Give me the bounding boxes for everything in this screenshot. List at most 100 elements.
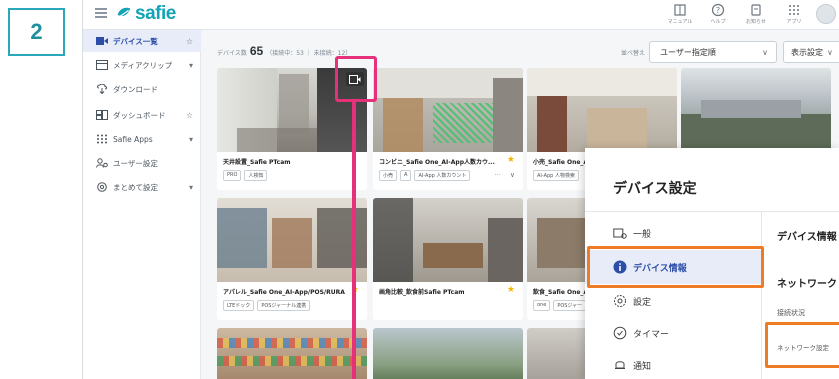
star-icon[interactable]: ★ (507, 155, 515, 165)
brand-logo[interactable]: safie (115, 3, 176, 25)
more-icon[interactable]: ··· (494, 171, 501, 179)
sidebar-item-device-list[interactable]: デバイス一覧 ☆ (83, 30, 201, 52)
chevron-down-icon[interactable]: ▾ (189, 135, 193, 144)
sidebar-item-label: ダウンロード (113, 84, 158, 94)
settings-gear-icon (614, 295, 626, 307)
top-icon-group: マニュアル ? ヘルプ お知らせ アプリ (664, 3, 839, 25)
device-thumbnail[interactable] (527, 68, 677, 152)
panel-title: デバイス設定 (613, 181, 697, 197)
device-tag: one (533, 300, 551, 311)
star-icon[interactable]: ☆ (186, 37, 193, 46)
media-clip-icon (96, 60, 108, 70)
apps-icon (97, 134, 107, 144)
notice-button[interactable]: お知らせ (740, 3, 772, 25)
network-heading: ネットワーク (777, 279, 837, 290)
device-count-label: デバイス数 (217, 50, 247, 57)
device-card[interactable]: アパレル_Safie One_AI-App/POS/RURA ★ LTEドック … (217, 198, 367, 320)
device-tags: one POSジャー (533, 300, 587, 311)
sidebar-item-download[interactable]: ダウンロード (83, 78, 201, 100)
sidebar-item-bulk-settings[interactable]: まとめて設定 ▾ (83, 176, 201, 198)
sort-label: 並べ替え (621, 50, 646, 57)
star-icon[interactable]: ☆ (186, 111, 193, 120)
chevron-down-icon: ∨ (762, 48, 768, 57)
device-tag: 人検知 (244, 170, 268, 181)
panel-nav-label: 通知 (633, 361, 652, 372)
menu-icon[interactable] (95, 8, 107, 18)
device-tags: PRO 人検知 (223, 170, 268, 181)
sidebar: デバイス一覧 ☆ メディアクリップ ▾ ダウンロード ダッシュボード ☆ Saf… (83, 30, 201, 379)
panel-nav-timer[interactable]: タイマー (585, 316, 761, 350)
panel-nav-label: 設定 (633, 297, 652, 308)
manual-button[interactable]: マニュアル (664, 3, 696, 25)
user-settings-icon (96, 158, 108, 168)
device-tag: POSジャーナル連携 (257, 300, 311, 311)
divider (761, 212, 762, 379)
apps-label: アプリ (786, 19, 802, 25)
sidebar-item-safie-apps[interactable]: Safie Apps ▾ (83, 128, 201, 150)
device-thumbnail[interactable] (681, 68, 831, 152)
step-number: 2 (30, 19, 43, 44)
apps-button[interactable]: アプリ (778, 3, 810, 25)
highlight-box (765, 322, 839, 368)
display-settings-label: 表示設定 (791, 47, 823, 57)
top-bar: safie マニュアル ? ヘルプ お知らせ アプリ (83, 0, 839, 30)
bulk-settings-icon (97, 182, 107, 192)
device-name: 天井設置_Safie PTcam (223, 159, 291, 166)
device-tag: 小売 (379, 170, 398, 181)
panel-nav-notifications[interactable]: 通知 (585, 348, 761, 379)
device-thumbnail[interactable] (373, 68, 523, 152)
panel-nav-general[interactable]: 一般 (585, 216, 761, 250)
panel-nav-label: タイマー (633, 329, 670, 340)
sidebar-item-label: ユーザー設定 (113, 158, 158, 168)
device-info-heading: デバイス情報 (777, 232, 837, 243)
sort-select[interactable]: ユーザー指定順 ∨ (649, 41, 777, 63)
help-button[interactable]: ? ヘルプ (702, 3, 734, 25)
display-settings-button[interactable]: 表示設定 ∨ (783, 41, 839, 63)
device-name: 画角比較_飲食前Safie PTcam (379, 289, 465, 296)
timer-icon (613, 326, 627, 340)
device-name: アパレル_Safie One_AI-App/POS/RURA (223, 289, 345, 296)
device-tags: 小売 A AI-App 人数カウント (379, 170, 471, 181)
device-card[interactable] (217, 328, 367, 379)
device-card[interactable] (373, 328, 523, 379)
device-name: 小売_Safie One_A (533, 159, 589, 166)
device-tag: A (400, 170, 412, 181)
step-badge: 2 (8, 8, 65, 56)
sort-value: ユーザー指定順 (660, 47, 716, 57)
highlight-box (587, 246, 764, 288)
device-thumbnail[interactable] (373, 328, 523, 379)
device-card[interactable]: コンビニ_Safie One_AI-App人数カウ... ★ 小売 A AI-A… (373, 68, 523, 190)
chevron-down-icon: ∨ (827, 47, 833, 57)
device-card[interactable]: 画角比較_飲食前Safie PTcam ★ (373, 198, 523, 320)
download-icon (97, 84, 107, 94)
sidebar-item-label: Safie Apps (113, 134, 153, 144)
device-tags: LTEドック POSジャーナル連携 (223, 300, 311, 311)
device-thumbnail[interactable] (217, 328, 367, 379)
avatar[interactable] (816, 4, 836, 24)
device-thumbnail[interactable] (217, 198, 367, 282)
bell-icon (615, 361, 625, 369)
sidebar-item-label: デバイス一覧 (113, 36, 158, 46)
manual-icon (674, 4, 686, 16)
sidebar-item-media-clip[interactable]: メディアクリップ ▾ (83, 54, 201, 76)
device-count: デバイス数 65 （接続中：53 ｜ 未接続：12） (217, 44, 351, 58)
chevron-down-icon[interactable]: ▾ (189, 183, 193, 192)
star-icon[interactable]: ★ (507, 285, 515, 295)
sidebar-item-label: まとめて設定 (113, 182, 158, 192)
brand-name: safie (135, 3, 176, 24)
device-tag: AI-App 人数カウント (414, 170, 471, 181)
help-icon: ? (711, 3, 725, 17)
help-label: ヘルプ (710, 19, 726, 25)
device-thumbnail[interactable] (373, 198, 523, 282)
chevron-down-icon[interactable]: ▾ (189, 61, 193, 70)
highlight-box (335, 56, 377, 102)
svg-text:?: ? (716, 6, 720, 15)
connection-status-label: 接続状況 (777, 309, 805, 317)
device-name: 飲食_Safie One_A (533, 289, 589, 296)
apps-grid-icon (789, 5, 799, 15)
sidebar-item-user-settings[interactable]: ユーザー設定 (83, 152, 201, 174)
chevron-down-icon[interactable]: ∨ (510, 171, 515, 179)
panel-nav-settings[interactable]: 設定 (585, 284, 761, 318)
manual-label: マニュアル (667, 19, 693, 25)
sidebar-item-dashboard[interactable]: ダッシュボード ☆ (83, 104, 201, 126)
